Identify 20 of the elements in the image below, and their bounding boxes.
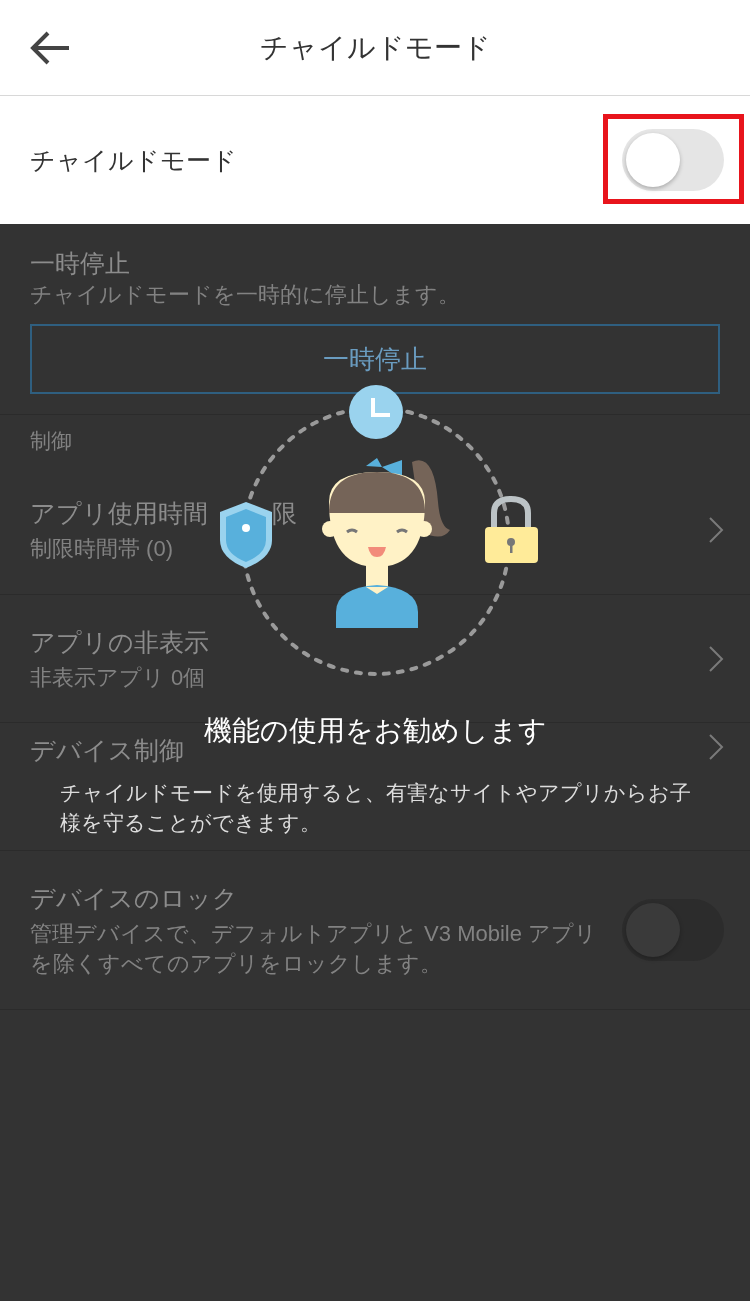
pause-title: 一時停止 xyxy=(30,248,131,279)
overlay-message: チャイルドモードを使用すると、有害なサイトやアプリからお子様を守ることができます。 xyxy=(60,780,692,836)
row-title: デバイス制御 xyxy=(30,735,184,766)
row-subtitle: 管理デバイスで、デフォルトアプリと V3 Mobile アプリを除くすべてのアプリをロックします。 xyxy=(30,920,599,978)
row-title: デバイスのロック xyxy=(30,883,238,914)
pause-button[interactable]: 一時停止 xyxy=(30,324,720,394)
chevron-right-icon xyxy=(708,644,724,673)
overlay-headline: 機能の使用をお勧めします xyxy=(203,714,547,748)
row-subtitle: 制限時間帯 (0) xyxy=(30,534,174,563)
row-title: アプリ使用時間 xyxy=(30,497,208,529)
section-label: 制御 xyxy=(30,429,72,452)
row-title: アプリの非表示 xyxy=(30,626,209,658)
chevron-right-icon xyxy=(708,515,724,544)
row-subtitle: 非表示アプリ 0個 xyxy=(30,663,207,692)
row-title-fragment: 限 xyxy=(272,497,297,529)
back-arrow-icon xyxy=(29,30,71,66)
child-mode-label: チャイルドモード xyxy=(30,144,237,176)
chevron-right-icon xyxy=(708,733,724,761)
screen-title: チャイルドモード xyxy=(259,30,491,65)
pause-description: チャイルドモードを一時的に停止します。 xyxy=(30,281,461,309)
